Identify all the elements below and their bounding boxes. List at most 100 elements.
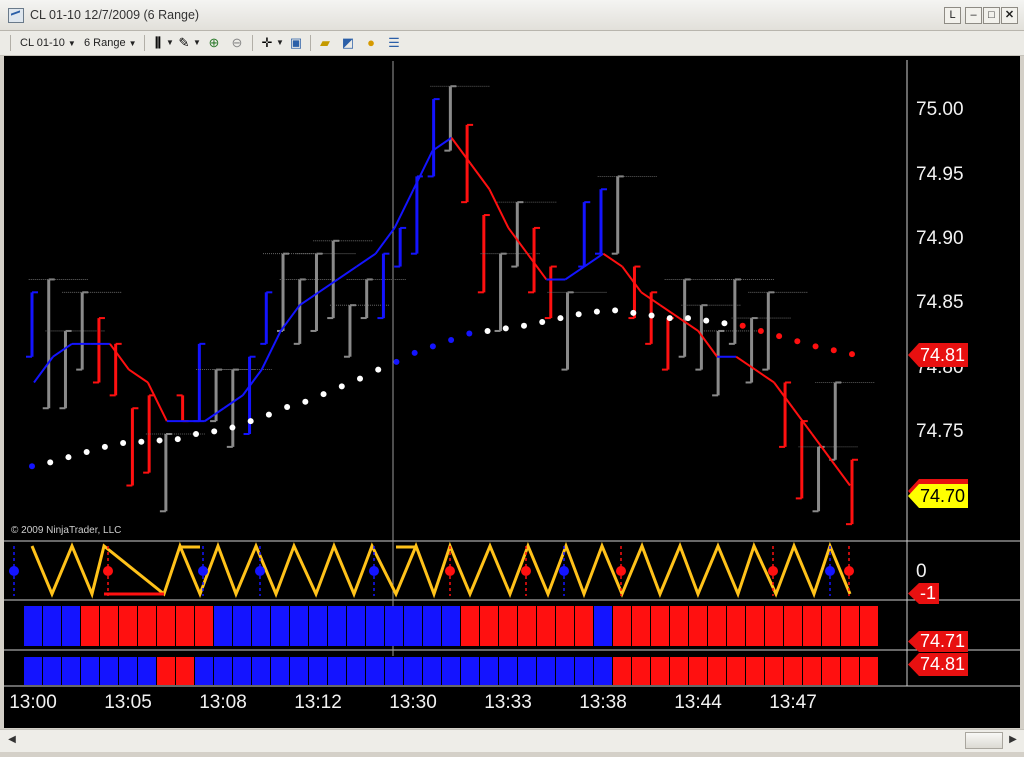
panel3-block	[803, 606, 821, 646]
period-selector[interactable]: 6 Range ▼	[84, 35, 137, 51]
panel4-block	[499, 657, 517, 685]
indicator-price-tag: 74.81	[908, 343, 969, 367]
time-tick-label: 13:05	[104, 692, 152, 713]
price-tick-label: 74.95	[916, 164, 964, 185]
chart-canvas[interactable]: © 2009 NinjaTrader, LLC 75.00 74.95 74.9…	[4, 56, 1020, 728]
moving-average-segment	[318, 278, 339, 294]
panel3-block	[594, 606, 612, 646]
scroll-left-arrow-icon[interactable]: ◀	[4, 732, 20, 748]
panel4-block	[822, 657, 840, 685]
moving-average-segment	[204, 407, 225, 422]
trailing-stop-dot	[83, 449, 90, 456]
strategies-icon[interactable]: ●	[363, 35, 379, 51]
panel4-block	[404, 657, 422, 685]
trailing-stop-dot	[721, 320, 728, 327]
chart-trader-icon[interactable]: ☰	[386, 35, 402, 51]
instrument-selector[interactable]: CL 01-10 ▼	[20, 35, 76, 51]
panel3-block	[461, 606, 479, 646]
window-titlebar[interactable]: CL 01-10 12/7/2009 (6 Range) L – □ ✕	[0, 0, 1024, 31]
trailing-stop-dot	[247, 418, 254, 425]
panel3-block	[689, 606, 707, 646]
trailing-stop-dot	[521, 322, 527, 329]
panel3-block	[195, 606, 213, 646]
scroll-right-arrow-icon[interactable]: ▶	[1005, 732, 1021, 748]
moving-average-segment	[564, 265, 585, 281]
panel3-block	[43, 606, 61, 646]
trailing-stop-dot	[685, 315, 691, 322]
trailing-stop-dot	[466, 330, 473, 337]
trailing-stop-dot	[794, 338, 801, 345]
properties-folder-icon[interactable]: ▰	[317, 35, 333, 51]
indicators-icon[interactable]: ◩	[340, 35, 356, 51]
moving-average-segment	[412, 150, 434, 190]
panel4-block	[727, 657, 745, 685]
panel4-block	[271, 657, 289, 685]
moving-average-segment	[374, 227, 396, 255]
panel4-block	[803, 657, 821, 685]
toolbar-separator	[144, 35, 145, 51]
moving-average-segment	[583, 252, 604, 268]
panel3-block	[499, 606, 517, 646]
time-tick-label: 13:12	[294, 692, 342, 713]
panel4-block	[651, 657, 669, 685]
trailing-stop-dot	[156, 437, 163, 444]
window-title: CL 01-10 12/7/2009 (6 Range)	[30, 8, 200, 22]
restore-button[interactable]: L	[944, 7, 961, 24]
panel4-block	[290, 657, 308, 685]
trailing-stop-dot	[320, 391, 327, 398]
trailing-stop-dot	[557, 315, 564, 322]
maximize-button[interactable]: □	[983, 7, 1000, 24]
trailing-stop-dot	[502, 325, 509, 332]
horizontal-scrollbar[interactable]: ◀ ▶	[0, 729, 1024, 752]
chevron-down-icon: ▼	[67, 39, 76, 48]
time-tick-label: 13:33	[484, 692, 532, 713]
period-label: 6 Range	[84, 37, 126, 49]
panel4-block	[784, 657, 802, 685]
chevron-down-icon[interactable]: ▼	[193, 35, 201, 51]
zoom-in-icon[interactable]: ⊕	[206, 35, 222, 51]
panel4-block	[575, 657, 593, 685]
panel3-block	[290, 606, 308, 646]
time-tick-label: 13:08	[199, 692, 247, 713]
zoom-out-icon[interactable]: ⊖	[229, 35, 245, 51]
panel3-block	[860, 606, 878, 646]
panel3-block	[613, 606, 631, 646]
signal-marker	[369, 566, 379, 576]
minimize-button[interactable]: –	[965, 7, 982, 24]
panel3-block	[271, 606, 289, 646]
signal-marker	[521, 566, 531, 576]
panel4-block	[708, 657, 726, 685]
panel4-block	[860, 657, 878, 685]
trailing-stop-dot	[284, 403, 291, 410]
panel4-block	[43, 657, 61, 685]
data-box-icon[interactable]: ▣	[288, 35, 304, 51]
panel3-block	[632, 606, 650, 646]
moving-average-segment	[393, 188, 415, 229]
drawing-pencil-icon[interactable]: ✎	[176, 35, 192, 51]
close-button[interactable]: ✕	[1001, 7, 1018, 24]
panel4-block	[480, 657, 498, 685]
panel4-block	[385, 657, 403, 685]
oscillator-zigzag-line	[30, 541, 852, 599]
trailing-stop-dot	[612, 307, 619, 314]
crosshair-icon[interactable]: ✛	[259, 35, 275, 51]
price-tick-label: 75.00	[916, 99, 964, 120]
panel3-block	[651, 606, 669, 646]
bar-style-icon[interactable]: ⫼	[150, 35, 166, 51]
chevron-down-icon[interactable]: ▼	[276, 35, 284, 51]
moving-average-segment	[754, 368, 775, 384]
trailing-stop-dot	[703, 317, 710, 324]
panel4-block	[81, 657, 99, 685]
panel3-block	[575, 606, 593, 646]
chevron-down-icon[interactable]: ▼	[166, 35, 174, 51]
signal-marker	[559, 566, 569, 576]
trailing-stop-dot	[302, 398, 309, 405]
panel3-block	[727, 606, 745, 646]
chart-plot[interactable]	[4, 56, 1020, 728]
panel3-block	[119, 606, 137, 646]
panel3-block	[385, 606, 403, 646]
scrollbar-thumb[interactable]	[965, 732, 1003, 749]
time-tick-label: 13:47	[769, 692, 817, 713]
trailing-stop-dot	[265, 411, 272, 418]
trailing-stop-dot	[65, 454, 72, 461]
